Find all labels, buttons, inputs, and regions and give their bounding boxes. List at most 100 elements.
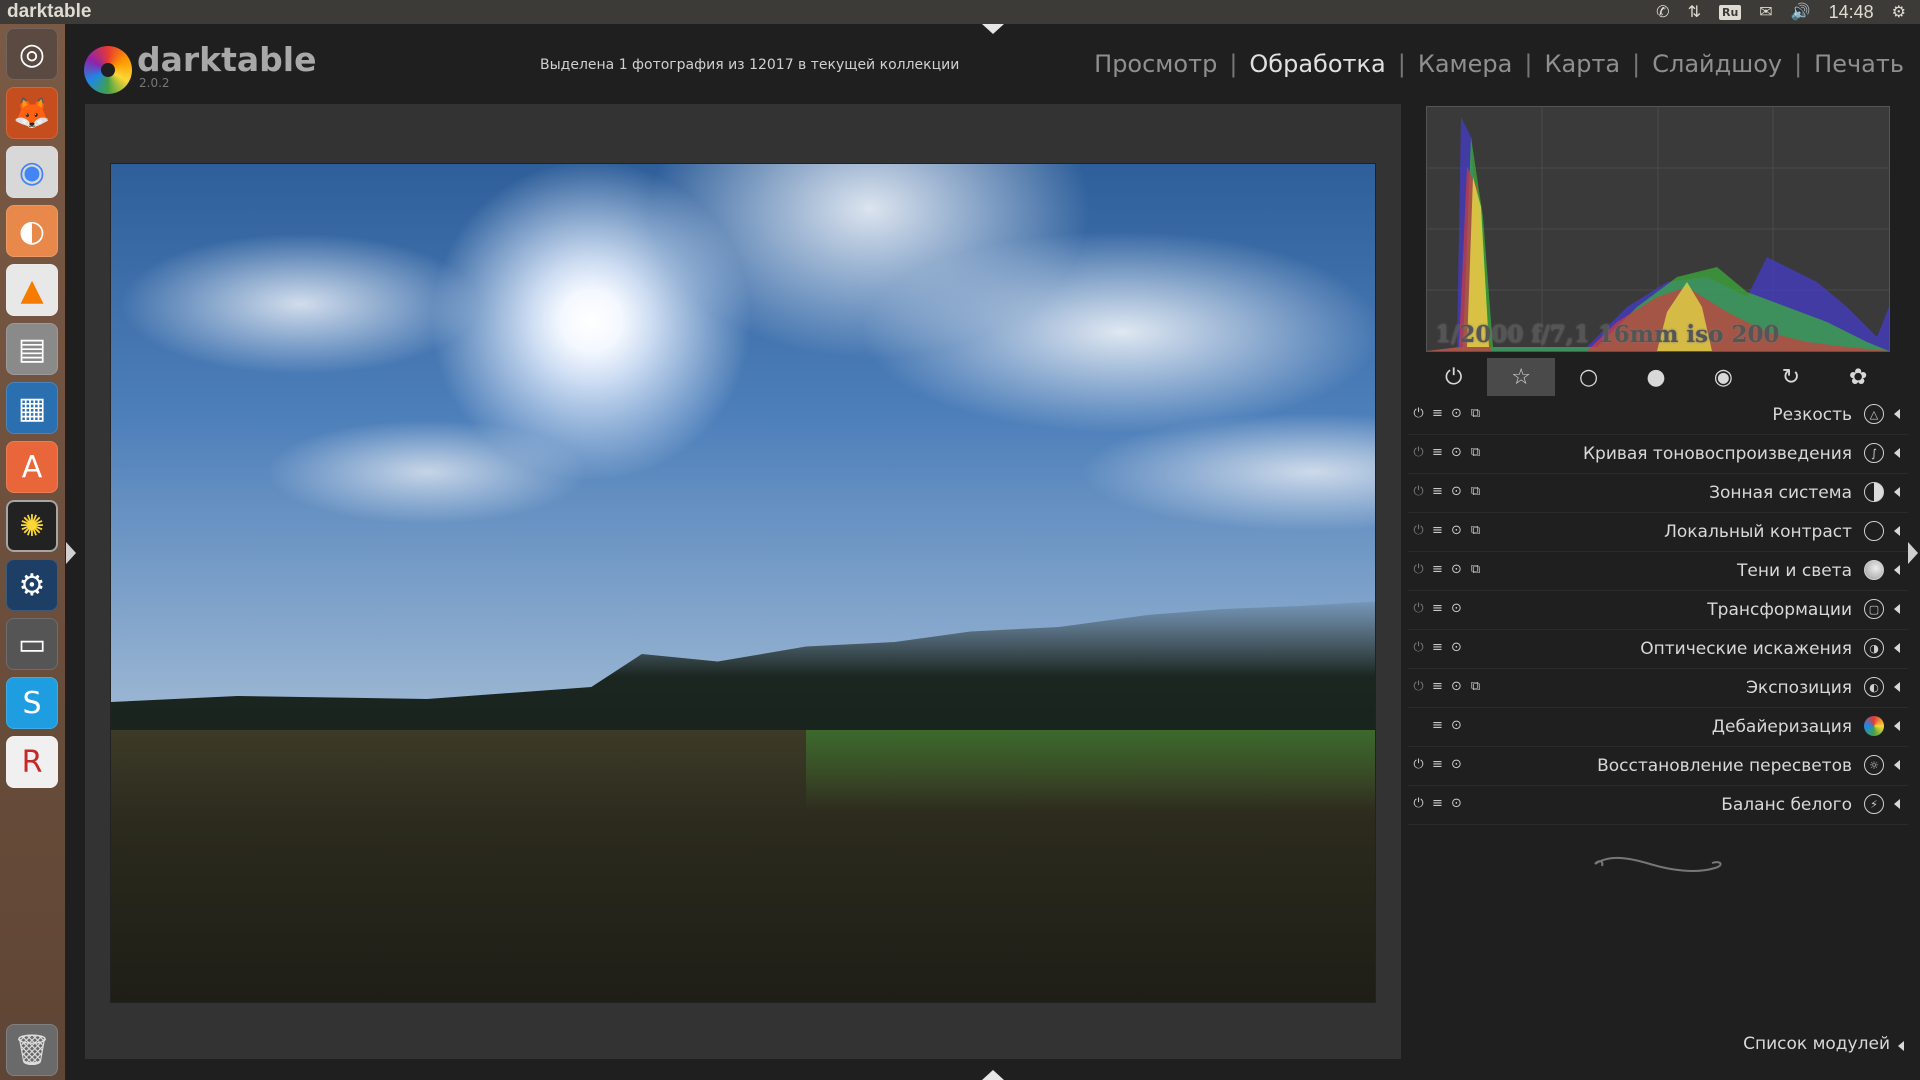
module-multi-instance-icon[interactable]: ≡ — [1431, 406, 1444, 421]
top-panel-toggle-icon[interactable] — [982, 24, 1004, 34]
launcher-scanner-icon[interactable]: ▭ — [6, 618, 58, 670]
view-link-0[interactable]: Просмотр — [1094, 50, 1217, 78]
launcher-software-center-icon[interactable]: A — [6, 441, 58, 493]
launcher-writer-icon[interactable]: ▦ — [6, 382, 58, 434]
module-reset-icon[interactable]: ⊙ — [1450, 718, 1463, 733]
module-multi-instance-icon[interactable]: ≡ — [1431, 562, 1444, 577]
group-tab-basic-icon[interactable]: ○ — [1555, 358, 1622, 396]
module-power-icon[interactable]: ⏻ — [1412, 796, 1425, 811]
bottom-panel-toggle-icon[interactable] — [982, 1070, 1004, 1080]
launcher-steam-icon[interactable]: ⚙ — [6, 559, 58, 611]
keyboard-layout-badge[interactable]: Ru — [1718, 4, 1742, 20]
module-expander-icon[interactable] — [1894, 799, 1900, 809]
module-multi-instance-icon[interactable]: ≡ — [1431, 796, 1444, 811]
volume-icon[interactable]: 🔊 — [1791, 0, 1811, 24]
launcher-skype-icon[interactable]: S — [6, 677, 58, 729]
mail-icon[interactable]: ✉ — [1759, 0, 1772, 24]
module-presets-icon[interactable]: ⧉ — [1469, 484, 1482, 499]
right-panel-toggle-icon[interactable] — [1908, 542, 1918, 564]
module-reset-icon[interactable]: ⊙ — [1450, 562, 1463, 577]
module-row[interactable]: ⏻ ≡ ⊙ Восстановление пересветов ☼ — [1408, 747, 1908, 786]
skype-tray-icon[interactable]: ✆ — [1656, 0, 1669, 24]
module-reset-icon[interactable]: ⊙ — [1450, 679, 1463, 694]
group-tab-correct-icon[interactable]: ↻ — [1757, 358, 1824, 396]
module-expander-icon[interactable] — [1894, 487, 1900, 497]
launcher-app-orange-icon[interactable]: ◐ — [6, 205, 58, 257]
module-expander-icon[interactable] — [1894, 565, 1900, 575]
module-row[interactable]: ⏻ ≡ ⊙ Трансформации ▢ — [1408, 591, 1908, 630]
module-power-icon[interactable]: ⏻ — [1412, 562, 1425, 577]
module-multi-instance-icon[interactable]: ≡ — [1431, 757, 1444, 772]
module-reset-icon[interactable]: ⊙ — [1450, 484, 1463, 499]
module-multi-instance-icon[interactable]: ≡ — [1431, 601, 1444, 616]
group-tab-tone-icon[interactable]: ● — [1622, 358, 1689, 396]
module-power-icon[interactable]: ⏻ — [1412, 484, 1425, 499]
module-presets-icon[interactable]: ⧉ — [1469, 679, 1482, 694]
group-tab-color-icon[interactable]: ◉ — [1690, 358, 1757, 396]
module-presets-icon[interactable]: ⧉ — [1469, 406, 1482, 421]
module-row[interactable]: ⏻ ≡ ⊙ ⧉ Кривая тоновоспроизведения ∫ — [1408, 435, 1908, 474]
module-expander-icon[interactable] — [1894, 682, 1900, 692]
module-power-icon[interactable]: ⏻ — [1412, 406, 1425, 421]
group-tab-power-icon[interactable]: ⏻ — [1420, 358, 1487, 396]
left-panel-toggle-icon[interactable] — [66, 542, 76, 564]
module-multi-instance-icon[interactable]: ≡ — [1431, 718, 1444, 733]
module-power-icon[interactable]: ⏻ — [1412, 523, 1425, 538]
clock[interactable]: 14:48 — [1829, 2, 1874, 23]
module-multi-instance-icon[interactable]: ≡ — [1431, 445, 1444, 460]
module-row[interactable]: ⏻ ≡ ⊙ ⧉ Тени и света — [1408, 552, 1908, 591]
launcher-vlc-icon[interactable]: ▲ — [6, 264, 58, 316]
view-link-5[interactable]: Печать — [1814, 50, 1904, 78]
launcher-darktable-icon[interactable]: ✺ — [6, 500, 58, 552]
module-power-icon[interactable]: ⏻ — [1412, 640, 1425, 655]
module-expander-icon[interactable] — [1894, 604, 1900, 614]
module-power-icon[interactable]: ⏻ — [1412, 601, 1425, 616]
launcher-ubuntu-dash-icon[interactable]: ◎ — [6, 28, 58, 80]
launcher-files-icon[interactable]: ▤ — [6, 323, 58, 375]
module-power-icon[interactable]: ⏻ — [1412, 757, 1425, 772]
module-list-expander-icon[interactable] — [1898, 1041, 1904, 1051]
module-row[interactable]: ≡ ⊙ Дебайеризация — [1408, 708, 1908, 747]
module-row[interactable]: ⏻ ≡ ⊙ Баланс белого ⚡ — [1408, 786, 1908, 825]
module-expander-icon[interactable] — [1894, 721, 1900, 731]
module-list-footer[interactable]: Список модулей — [1743, 1034, 1890, 1054]
launcher-rcmdr-icon[interactable]: R — [6, 736, 58, 788]
launcher-chrome-icon[interactable]: ◉ — [6, 146, 58, 198]
module-power-icon[interactable]: ⏻ — [1412, 679, 1425, 694]
module-expander-icon[interactable] — [1894, 448, 1900, 458]
module-reset-icon[interactable]: ⊙ — [1450, 640, 1463, 655]
module-row[interactable]: ⏻ ≡ ⊙ Оптические искажения ◑ — [1408, 630, 1908, 669]
view-link-1[interactable]: Обработка — [1249, 50, 1385, 78]
module-expander-icon[interactable] — [1894, 760, 1900, 770]
module-presets-icon[interactable]: ⧉ — [1469, 445, 1482, 460]
module-reset-icon[interactable]: ⊙ — [1450, 445, 1463, 460]
module-presets-icon[interactable]: ⧉ — [1469, 562, 1482, 577]
module-row[interactable]: ⏻ ≡ ⊙ ⧉ Локальный контраст — [1408, 513, 1908, 552]
module-reset-icon[interactable]: ⊙ — [1450, 796, 1463, 811]
histogram[interactable]: 1/2000 f/7,1 16mm iso 200 — [1426, 106, 1890, 352]
network-icon[interactable]: ⇅ — [1688, 0, 1701, 24]
module-power-icon[interactable]: ⏻ — [1412, 445, 1425, 460]
view-link-3[interactable]: Карта — [1544, 50, 1620, 78]
group-tab-effects-icon[interactable]: ✿ — [1825, 358, 1892, 396]
settings-gear-icon[interactable]: ⚙ — [1892, 0, 1906, 24]
edited-photo[interactable] — [110, 163, 1376, 1003]
view-link-4[interactable]: Слайдшоу — [1652, 50, 1782, 78]
module-multi-instance-icon[interactable]: ≡ — [1431, 640, 1444, 655]
module-expander-icon[interactable] — [1894, 643, 1900, 653]
group-tab-favorites-icon[interactable]: ☆ — [1487, 358, 1555, 396]
module-expander-icon[interactable] — [1894, 409, 1900, 419]
module-expander-icon[interactable] — [1894, 526, 1900, 536]
module-multi-instance-icon[interactable]: ≡ — [1431, 523, 1444, 538]
module-row[interactable]: ⏻ ≡ ⊙ ⧉ Резкость △ — [1408, 396, 1908, 435]
module-reset-icon[interactable]: ⊙ — [1450, 406, 1463, 421]
module-reset-icon[interactable]: ⊙ — [1450, 757, 1463, 772]
module-reset-icon[interactable]: ⊙ — [1450, 601, 1463, 616]
launcher-trash-icon[interactable]: 🗑 — [6, 1024, 58, 1076]
view-link-2[interactable]: Камера — [1418, 50, 1513, 78]
module-reset-icon[interactable]: ⊙ — [1450, 523, 1463, 538]
module-multi-instance-icon[interactable]: ≡ — [1431, 679, 1444, 694]
launcher-firefox-icon[interactable]: 🦊 — [6, 87, 58, 139]
module-row[interactable]: ⏻ ≡ ⊙ ⧉ Зонная система — [1408, 474, 1908, 513]
module-multi-instance-icon[interactable]: ≡ — [1431, 484, 1444, 499]
